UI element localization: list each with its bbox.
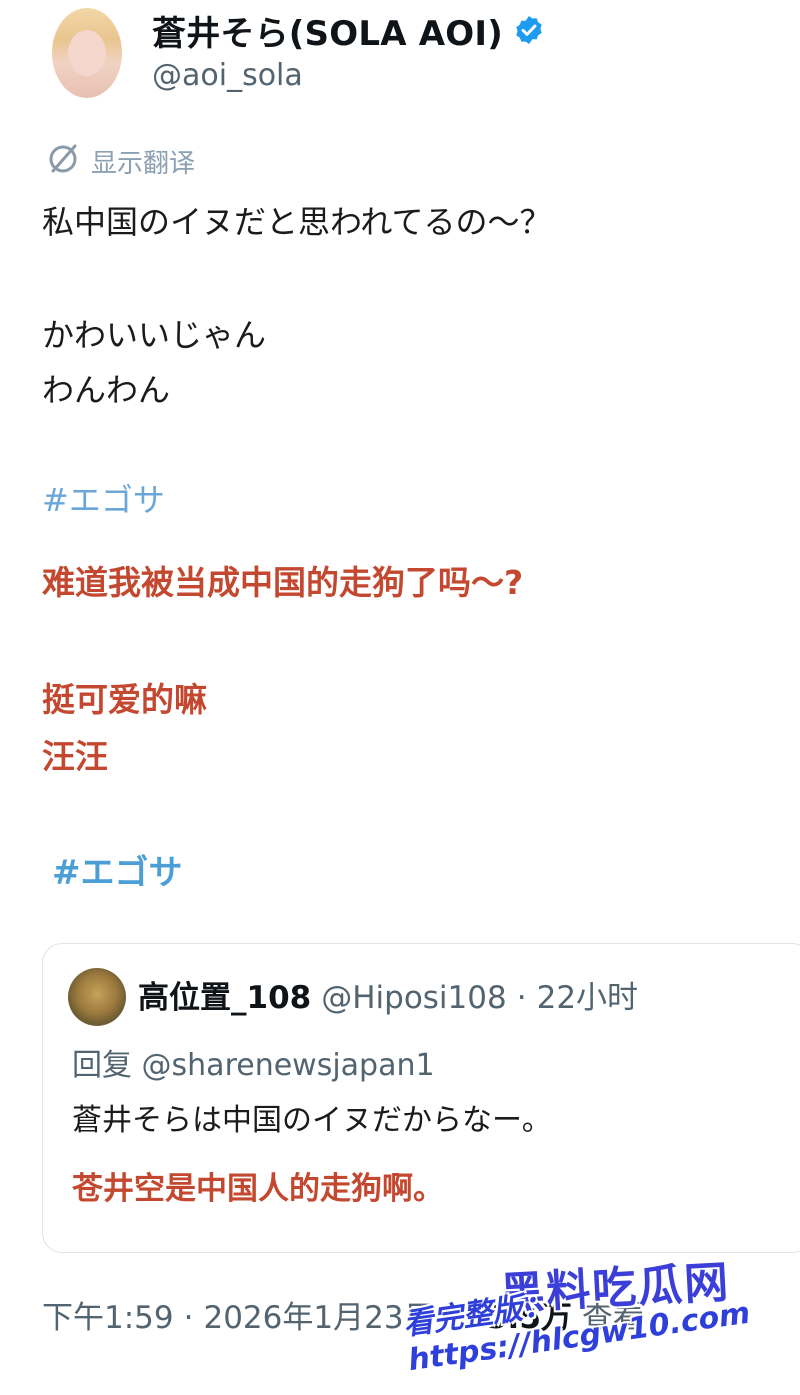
avatar-face bbox=[68, 30, 106, 76]
author-handle[interactable]: @aoi_sola bbox=[152, 58, 303, 93]
quoted-reply-to[interactable]: 回复 @sharenewsjapan1 bbox=[72, 1040, 435, 1084]
tweet-hashtag-link[interactable]: #エゴサ bbox=[42, 475, 165, 521]
tweet-text-line-1: 私中国のイヌだと思われてるの〜？ bbox=[42, 203, 552, 241]
tweet-text-line-2: かわいいじゃん bbox=[42, 316, 267, 354]
tweet-time[interactable]: 下午1:59 bbox=[42, 1292, 174, 1337]
show-translation-label: 显示翻译 bbox=[91, 149, 196, 179]
tweet-text-line-3: わんわん bbox=[42, 371, 171, 409]
quoted-author-handle[interactable]: @Hiposi108 bbox=[321, 980, 507, 1016]
author-name-row: 蒼井そら(SOLA AOI) bbox=[152, 6, 545, 55]
show-translation-button[interactable]: 显示翻译 bbox=[45, 140, 195, 183]
author-display-name[interactable]: 蒼井そら(SOLA AOI) bbox=[152, 6, 503, 55]
tweet-date[interactable]: 2026年1月23日 bbox=[203, 1292, 434, 1337]
verified-badge-icon bbox=[513, 14, 545, 46]
quoted-header: 高位置_108 @Hiposi108 · 22小时 bbox=[138, 972, 638, 1017]
quoted-translation-text: 苍井空是中国人的走狗啊。 bbox=[72, 1171, 444, 1207]
quoted-tweet-text: 蒼井そらは中国のイヌだからなー。 bbox=[72, 1103, 552, 1138]
quoted-timestamp[interactable]: 22小时 bbox=[537, 972, 638, 1017]
footer-separator-1: · bbox=[183, 1300, 194, 1336]
translation-line-1: 难道我被当成中国的走狗了吗～? bbox=[42, 563, 524, 602]
translation-hashtag[interactable]: #エゴサ bbox=[52, 845, 183, 894]
author-avatar[interactable] bbox=[52, 8, 122, 98]
quoted-separator: · bbox=[516, 980, 527, 1016]
translate-icon bbox=[45, 140, 81, 183]
translation-line-2: 挺可爱的嘛 bbox=[42, 680, 207, 719]
translation-line-3: 汪汪 bbox=[42, 737, 108, 776]
quoted-author-avatar[interactable] bbox=[68, 968, 126, 1026]
quoted-author-name[interactable]: 高位置_108 bbox=[138, 972, 311, 1017]
